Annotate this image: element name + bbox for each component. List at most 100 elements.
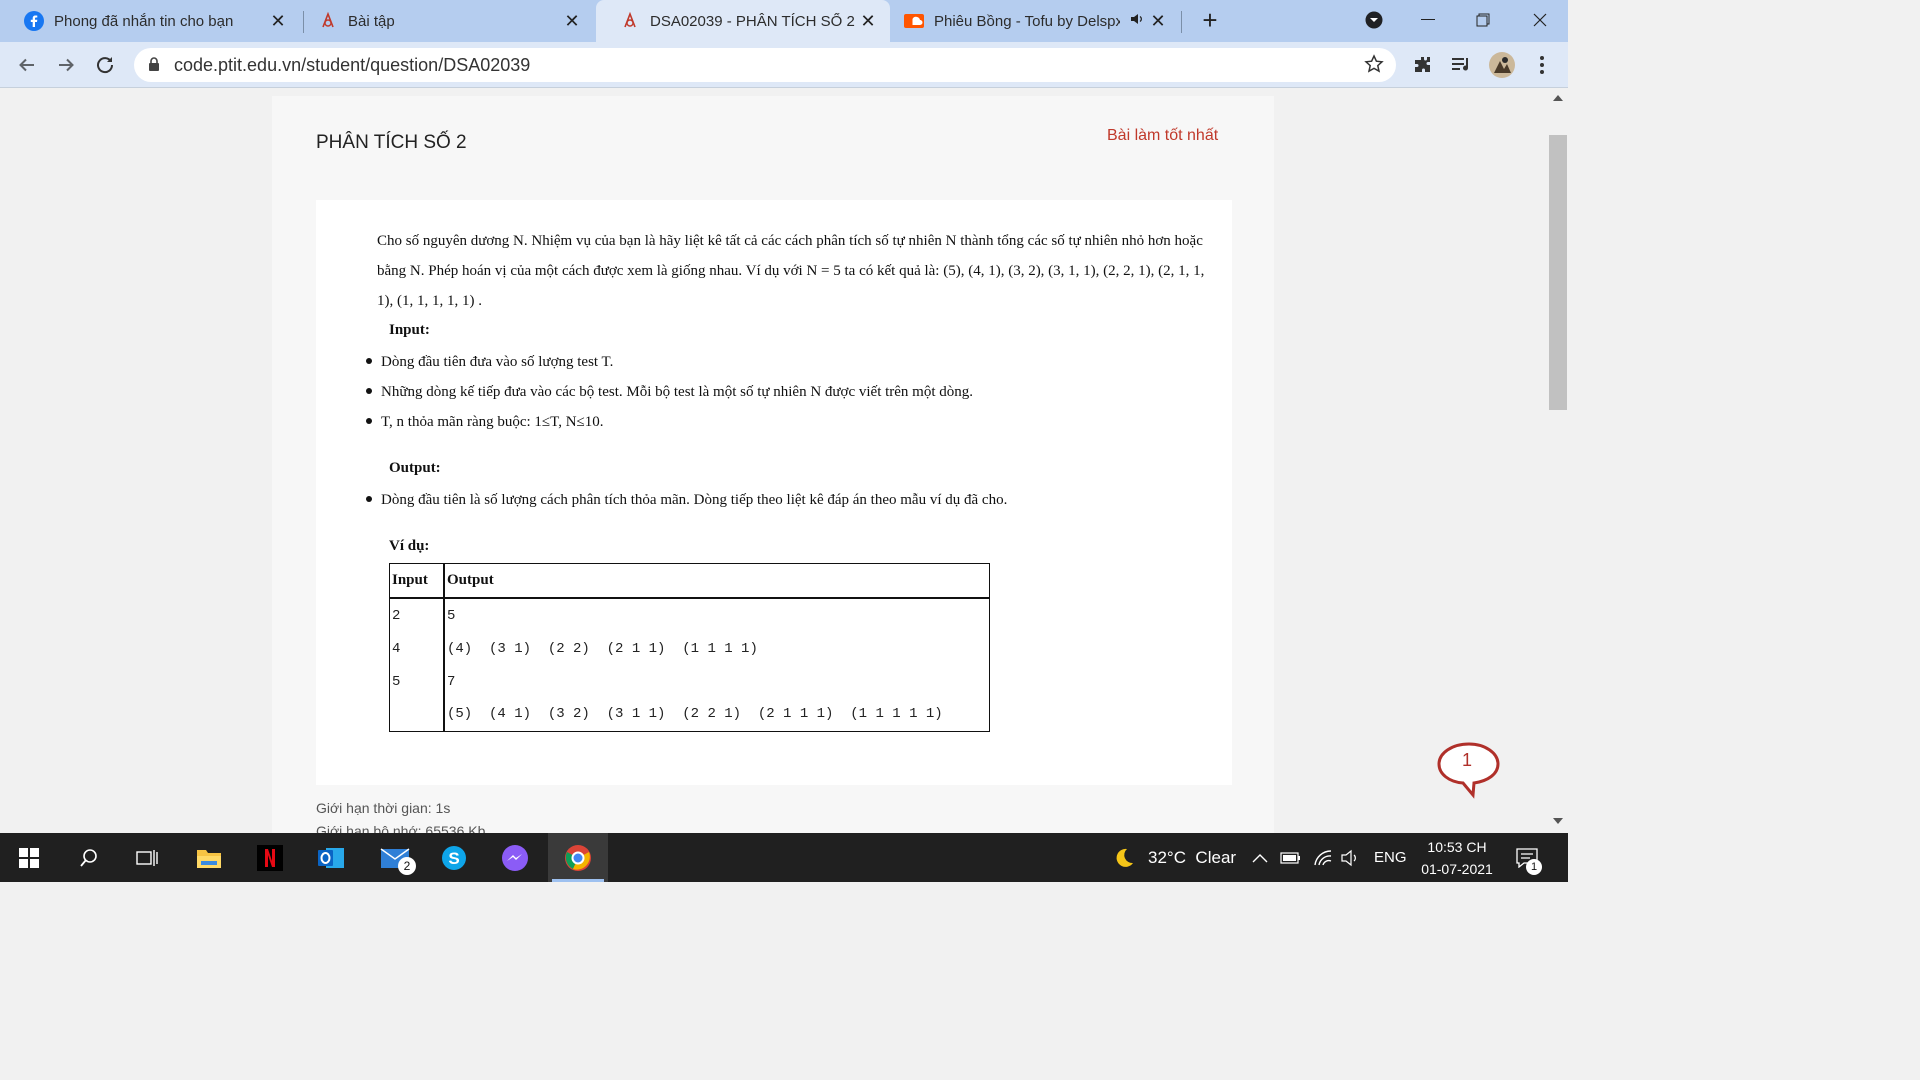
problem-description: Cho số nguyên dương N. Nhiệm vụ của bạn … <box>377 233 1205 309</box>
list-item: Những dòng kế tiếp đưa vào các bộ test. … <box>366 384 973 401</box>
browser-toolbar: code.ptit.edu.vn/student/question/DSA020… <box>0 42 1568 88</box>
task-view-button[interactable] <box>118 833 176 882</box>
taskbar-messenger[interactable] <box>486 833 544 882</box>
tab-separator <box>1181 11 1182 33</box>
search-icon <box>80 848 97 867</box>
search-button[interactable] <box>60 833 118 882</box>
chat-widget-button[interactable]: 1 <box>1436 741 1502 799</box>
input-heading: Input: <box>389 322 430 338</box>
network-indicator[interactable] <box>1313 833 1333 882</box>
minimize-button[interactable] <box>1413 6 1443 34</box>
tab-facebook[interactable]: Phong đã nhắn tin cho bạn ✕ <box>0 0 300 42</box>
problem-title: PHÂN TÍCH SỐ 2 <box>316 132 467 153</box>
messenger-icon <box>502 844 528 871</box>
list-item: Dòng đầu tiên đưa vào số lượng test T. <box>366 354 613 371</box>
close-window-button[interactable] <box>1525 6 1555 34</box>
show-hidden-icons[interactable] <box>1252 833 1268 882</box>
new-tab-button[interactable]: + <box>1196 7 1224 35</box>
clock-date: 01-07-2021 <box>1421 860 1493 877</box>
start-button[interactable] <box>0 833 58 882</box>
taskbar-mail[interactable]: 2 <box>366 833 424 882</box>
table-cell: 2 <box>392 608 401 624</box>
ptit-code-icon <box>318 11 338 31</box>
extensions-icon[interactable] <box>1409 51 1437 79</box>
url-text[interactable]: code.ptit.edu.vn/student/question/DSA020… <box>174 55 530 76</box>
taskbar-netflix[interactable] <box>241 833 299 882</box>
scroll-up-icon <box>1553 95 1563 101</box>
soundcloud-icon <box>904 11 924 31</box>
wifi-icon <box>1314 849 1332 865</box>
bullet-icon <box>366 387 372 394</box>
tab-strip: Phong đã nhắn tin cho bạn ✕ Bài tập ✕ DS… <box>0 0 1568 42</box>
bookmark-star-icon[interactable] <box>1364 54 1384 79</box>
list-item: Dòng đầu tiên là số lượng cách phân tích… <box>366 492 1007 509</box>
reload-icon <box>97 57 114 74</box>
speaker-icon <box>1341 849 1356 866</box>
tab-dsa02039[interactable]: DSA02039 - PHÂN TÍCH SỐ 2 ✕ <box>596 0 890 42</box>
taskbar-chrome[interactable] <box>548 833 608 882</box>
notification-center-button[interactable]: 1 <box>1516 833 1542 882</box>
language-indicator[interactable]: ENG <box>1374 833 1407 882</box>
clock[interactable]: 10:53 CH 01-07-2021 <box>1414 833 1500 882</box>
bullet-icon <box>366 417 372 424</box>
weather-widget[interactable]: 32°C Clear <box>1112 833 1236 882</box>
lock-icon[interactable] <box>148 57 160 77</box>
scrollbar-thumb[interactable] <box>1549 135 1567 410</box>
table-cell: 5 <box>447 608 456 624</box>
tab-label: Bài tập <box>348 12 395 30</box>
time-limit: Giới hạn thời gian: 1s <box>316 800 451 816</box>
restore-icon <box>1476 13 1490 27</box>
arrow-right-icon <box>59 58 74 72</box>
scroll-down-icon <box>1553 818 1563 824</box>
folder-icon <box>197 849 221 868</box>
svg-text:S: S <box>448 849 459 868</box>
close-tab-icon[interactable]: ✕ <box>858 11 878 31</box>
taskbar-file-explorer[interactable] <box>180 833 238 882</box>
table-cell: 4 <box>392 641 401 657</box>
tab-label: DSA02039 - PHÂN TÍCH SỐ 2 <box>650 12 855 30</box>
list-item: T, n thỏa mãn ràng buộc: 1≤T, N≤10. <box>366 414 604 431</box>
example-table: Input Output 2 4 5 5 (4) (3 1) (2 2) (2 … <box>389 563 990 732</box>
tab-search-button[interactable] <box>1359 6 1389 34</box>
table-divider <box>390 597 989 599</box>
bullet-icon <box>366 495 372 502</box>
tab-bai-tap[interactable]: Bài tập ✕ <box>294 0 594 42</box>
speaker-icon[interactable] <box>1130 12 1144 30</box>
table-divider <box>443 564 445 731</box>
close-tab-icon[interactable]: ✕ <box>1148 11 1168 31</box>
table-cell: (4) (3 1) (2 2) (2 1 1) (1 1 1 1) <box>447 641 758 657</box>
netflix-icon <box>257 844 283 871</box>
media-control-icon[interactable] <box>1448 51 1476 79</box>
volume-indicator[interactable] <box>1340 833 1360 882</box>
table-header-input: Input <box>392 572 428 588</box>
windows-icon <box>19 847 39 868</box>
memory-limit: Giới hạn bộ nhớ: 65536 Kb <box>316 823 486 833</box>
chat-badge: 1 <box>1462 750 1473 770</box>
restore-button[interactable] <box>1468 6 1498 34</box>
table-cell: 7 <box>447 674 456 690</box>
forward-button[interactable] <box>51 50 81 80</box>
battery-indicator[interactable] <box>1280 833 1302 882</box>
tab-label: Phong đã nhắn tin cho bạn <box>54 12 234 30</box>
chevron-down-icon <box>1365 11 1383 29</box>
tab-soundcloud[interactable]: Phiêu Bồng - Tofu by Delspx ✕ <box>880 0 1180 42</box>
close-tab-icon[interactable]: ✕ <box>562 11 582 31</box>
mail-badge: 2 <box>398 857 416 875</box>
close-tab-icon[interactable]: ✕ <box>268 11 288 31</box>
taskbar-skype[interactable]: S <box>425 833 483 882</box>
battery-icon <box>1280 851 1300 864</box>
taskbar-outlook[interactable] <box>302 833 360 882</box>
table-header-output: Output <box>447 572 494 588</box>
more-menu-icon[interactable] <box>1528 51 1556 79</box>
best-solution-link[interactable]: Bài làm tốt nhất <box>1107 127 1218 145</box>
notification-badge: 1 <box>1526 859 1542 875</box>
address-bar[interactable]: code.ptit.edu.vn/student/question/DSA020… <box>134 48 1396 82</box>
weather-text: 32°C Clear <box>1148 847 1237 867</box>
taskbar: 2 S 32°C Clear ENG 10:53 CH 01-07-2021 1 <box>0 833 1568 882</box>
profile-avatar-icon[interactable] <box>1488 51 1516 79</box>
reload-button[interactable] <box>90 50 120 80</box>
outlook-icon <box>318 847 344 868</box>
tab-label: Phiêu Bồng - Tofu by Delspx <box>934 12 1120 30</box>
back-button[interactable] <box>12 50 42 80</box>
example-heading: Ví dụ: <box>389 538 430 554</box>
